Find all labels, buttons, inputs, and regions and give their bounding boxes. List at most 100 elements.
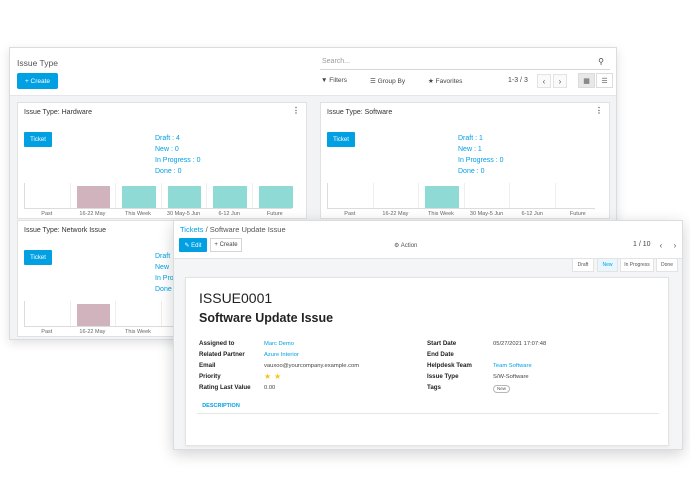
field-label: Related Partner — [199, 351, 245, 358]
filters-label: Filters — [329, 77, 347, 84]
search-input[interactable]: Search... ⚲ — [320, 56, 610, 70]
graph-x-label: This Week — [125, 211, 151, 217]
stat-link[interactable]: In Progress : 0 — [458, 155, 504, 166]
priority-star-icon[interactable]: ★ — [264, 372, 271, 381]
stat-link[interactable]: Draft : 4 — [155, 133, 201, 144]
field-label: Start Date — [427, 340, 457, 347]
tag-badge[interactable]: New — [493, 384, 511, 393]
chevron-left-icon: ‹ — [542, 76, 546, 86]
breadcrumb-current: Software Update Issue — [209, 225, 286, 234]
form-pager-value: 1 / 10 — [633, 241, 651, 248]
create-button[interactable]: + Create — [17, 73, 58, 89]
field-label: Helpdesk Team — [427, 362, 472, 369]
graph-x-label: 16-22 May — [79, 211, 106, 217]
stat-link[interactable]: New : 0 — [155, 144, 201, 155]
stage-done[interactable]: Done — [656, 258, 678, 272]
graph-gridline — [69, 301, 71, 326]
form-next-button[interactable]: › — [668, 238, 682, 252]
ticket-button[interactable]: Ticket — [24, 132, 52, 147]
graph-bar[interactable] — [76, 304, 111, 326]
card-menu-icon[interactable]: ⋮ — [595, 106, 603, 115]
stage-draft[interactable]: Draft — [572, 258, 594, 272]
chevron-right-icon: › — [673, 240, 677, 250]
breadcrumb-separator: / — [205, 225, 208, 234]
kanban-view-button[interactable]: ▦ — [578, 73, 595, 88]
ticket-form-window: Tickets / Software Update Issue ✎ Edit +… — [173, 220, 683, 450]
graph-bar[interactable] — [425, 186, 459, 208]
group-by-button[interactable]: ☰ Group By — [370, 77, 405, 85]
field-value: S/W-Software — [493, 373, 529, 380]
field-value[interactable]: Azure Interior — [264, 352, 299, 358]
ticket-button[interactable]: Ticket — [24, 250, 52, 265]
field-label: Issue Type — [427, 373, 459, 380]
field-value[interactable]: Marc Demo — [264, 341, 294, 347]
next-page-button[interactable]: › — [553, 74, 567, 88]
graph-bar[interactable] — [122, 186, 156, 208]
form-prev-button[interactable]: ‹ — [654, 238, 668, 252]
graph-gridline — [206, 183, 208, 208]
chevron-right-icon: › — [558, 76, 562, 86]
stat-link[interactable]: Draft : 1 — [458, 133, 504, 144]
card-title-name: Software — [364, 109, 393, 116]
card-menu-icon[interactable]: ⋮ — [292, 106, 300, 115]
graph-x-label: 30 May-5 Jun — [469, 211, 504, 217]
graph-x-label: 16-22 May — [79, 329, 106, 335]
graph-x-label: Past — [41, 211, 53, 217]
grid-icon: ▦ — [583, 77, 590, 85]
breadcrumb: Tickets / Software Update Issue — [180, 225, 286, 234]
ticket-sheet: ISSUE0001 Software Update Issue Assigned… — [185, 277, 669, 446]
ticket-button[interactable]: Ticket — [327, 132, 355, 147]
favorites-button[interactable]: ★ Favorites — [428, 77, 462, 85]
graph-gridline — [463, 183, 465, 208]
graph-x-label: Future — [266, 211, 283, 217]
pager-value: 1-3 / 3 — [508, 77, 528, 84]
filter-icon: ▼ — [321, 77, 328, 84]
card-graph — [24, 183, 293, 209]
edit-button[interactable]: ✎ Edit — [179, 238, 207, 252]
stat-link[interactable]: Done : 0 — [155, 166, 201, 177]
card-stats: Draft : 4 New : 0 In Progress : 0 Done : 0 — [155, 133, 201, 177]
list-icon: ☰ — [601, 77, 608, 85]
field-value: 0.00 — [264, 384, 276, 391]
field-label: End Date — [427, 351, 454, 358]
search-icon[interactable]: ⚲ — [598, 57, 604, 66]
graph-bar[interactable] — [259, 186, 293, 208]
graph-x-label: Future — [569, 211, 586, 217]
stat-link[interactable]: In Progress : 0 — [155, 155, 201, 166]
priority-star-icon[interactable]: ★ — [274, 372, 281, 381]
favorites-label: Favorites — [435, 78, 463, 85]
graph-gridline — [509, 183, 511, 208]
stat-link[interactable]: New : 1 — [458, 144, 504, 155]
field-label: Email — [199, 362, 216, 369]
graph-bar[interactable] — [76, 186, 111, 208]
graph-x-label: 30 May-5 Jun — [166, 211, 201, 217]
field-label: Rating Last Value — [199, 384, 251, 391]
breadcrumb-tickets-link[interactable]: Tickets — [180, 225, 203, 234]
stage-in-progress[interactable]: In Progress — [620, 258, 654, 272]
form-control-panel: Tickets / Software Update Issue ✎ Edit +… — [174, 221, 682, 259]
graph-gridline — [69, 183, 71, 208]
graph-x-label: 6-12 Jun — [521, 211, 543, 217]
search-placeholder: Search... — [322, 58, 351, 65]
stat-link[interactable]: Done : 0 — [458, 166, 504, 177]
filters-button[interactable]: ▼ Filters — [321, 77, 347, 84]
field-label: Priority — [199, 373, 221, 380]
graph-gridline — [418, 183, 420, 208]
card-title: Issue Type: Hardware — [24, 109, 92, 116]
form-create-button[interactable]: + Create — [210, 238, 242, 252]
card-title: Issue Type: Network Issue — [24, 227, 106, 234]
graph-x-label: 16-22 May — [382, 211, 409, 217]
action-dropdown[interactable]: ⚙ Action — [394, 242, 417, 249]
issue-type-card-hardware[interactable]: Issue Type: Hardware ⋮ Ticket Draft : 4 New … — [17, 102, 307, 219]
card-title-name: Hardware — [61, 109, 92, 116]
graph-bar[interactable] — [167, 186, 202, 208]
card-graph — [327, 183, 595, 209]
prev-page-button[interactable]: ‹ — [537, 74, 551, 88]
stage-new[interactable]: New — [597, 258, 618, 272]
graph-x-label: Past — [41, 329, 53, 335]
field-label: Tags — [427, 384, 441, 391]
issue-type-card-software[interactable]: Issue Type: Software ⋮ Ticket Draft : 1 New … — [320, 102, 610, 219]
graph-bar[interactable] — [213, 186, 247, 208]
list-view-button[interactable]: ☰ — [596, 73, 613, 88]
field-value[interactable]: Team Software — [493, 363, 532, 369]
